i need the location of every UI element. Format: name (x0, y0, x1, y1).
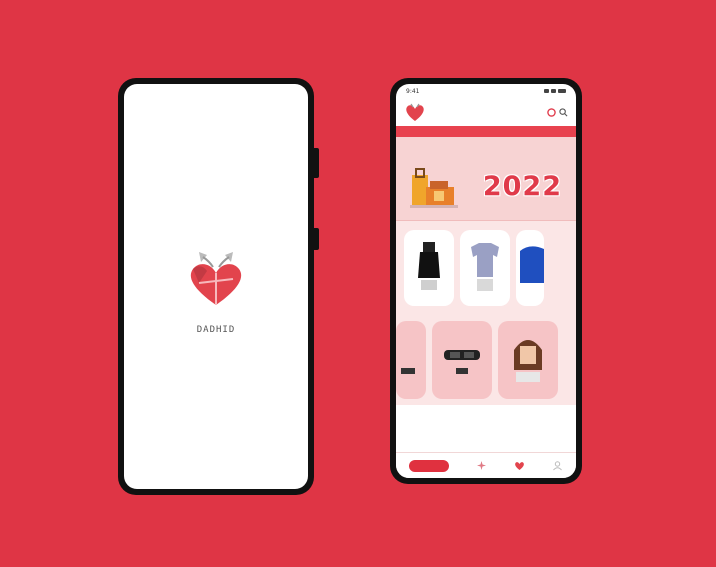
section-label (396, 221, 576, 228)
app-header (396, 98, 576, 126)
product-card-sunglasses[interactable] (432, 321, 492, 399)
sparkle-icon[interactable] (476, 460, 487, 471)
product-section-1 (396, 221, 576, 312)
product-row-1 (396, 228, 576, 312)
model-portrait-icon (514, 340, 542, 382)
sunglasses-icon (444, 350, 480, 374)
profile-icon[interactable] (552, 460, 563, 471)
power-button (314, 148, 319, 178)
product-card-grey-tshirt[interactable] (460, 230, 510, 306)
bottom-nav (396, 452, 576, 478)
home-phone: 9:41 2022 (390, 78, 582, 484)
app-logo-icon[interactable] (404, 101, 426, 123)
splash-brand-name: DADHID (196, 325, 236, 335)
heart-logo-icon[interactable] (514, 460, 525, 471)
partial-product-icon (401, 368, 415, 374)
banner-year: 2022 (482, 171, 562, 202)
product-row-2 (396, 319, 576, 405)
shopping-bags-icon (410, 168, 458, 208)
splash-screen: DADHID (124, 84, 308, 489)
status-time: 9:41 (406, 87, 420, 95)
product-card-partial[interactable] (396, 321, 426, 399)
product-card-black-dress[interactable] (404, 230, 454, 306)
blue-sweater-icon (520, 246, 544, 287)
header-actions (547, 107, 568, 117)
product-card-model[interactable] (498, 321, 558, 399)
product-section-2 (396, 312, 576, 405)
black-dress-icon (418, 242, 440, 290)
section-label (396, 312, 576, 319)
splash-phone: DADHID (118, 78, 319, 495)
heart-gift-logo-icon (190, 252, 242, 305)
product-card-blue-sweater[interactable] (516, 230, 544, 306)
status-bar: 9:41 (396, 84, 576, 98)
notification-icon[interactable] (547, 107, 556, 117)
signal-icon (544, 89, 549, 93)
wifi-icon (551, 89, 556, 93)
status-icons (544, 89, 566, 93)
volume-button (314, 228, 319, 250)
search-icon[interactable] (559, 107, 568, 117)
promo-banner[interactable]: 2022 (396, 137, 576, 221)
promo-strip[interactable] (396, 126, 576, 137)
nav-home-button[interactable] (409, 459, 450, 472)
home-screen: 9:41 2022 (396, 84, 576, 478)
battery-icon (558, 89, 566, 93)
grey-tshirt-icon (471, 243, 499, 291)
